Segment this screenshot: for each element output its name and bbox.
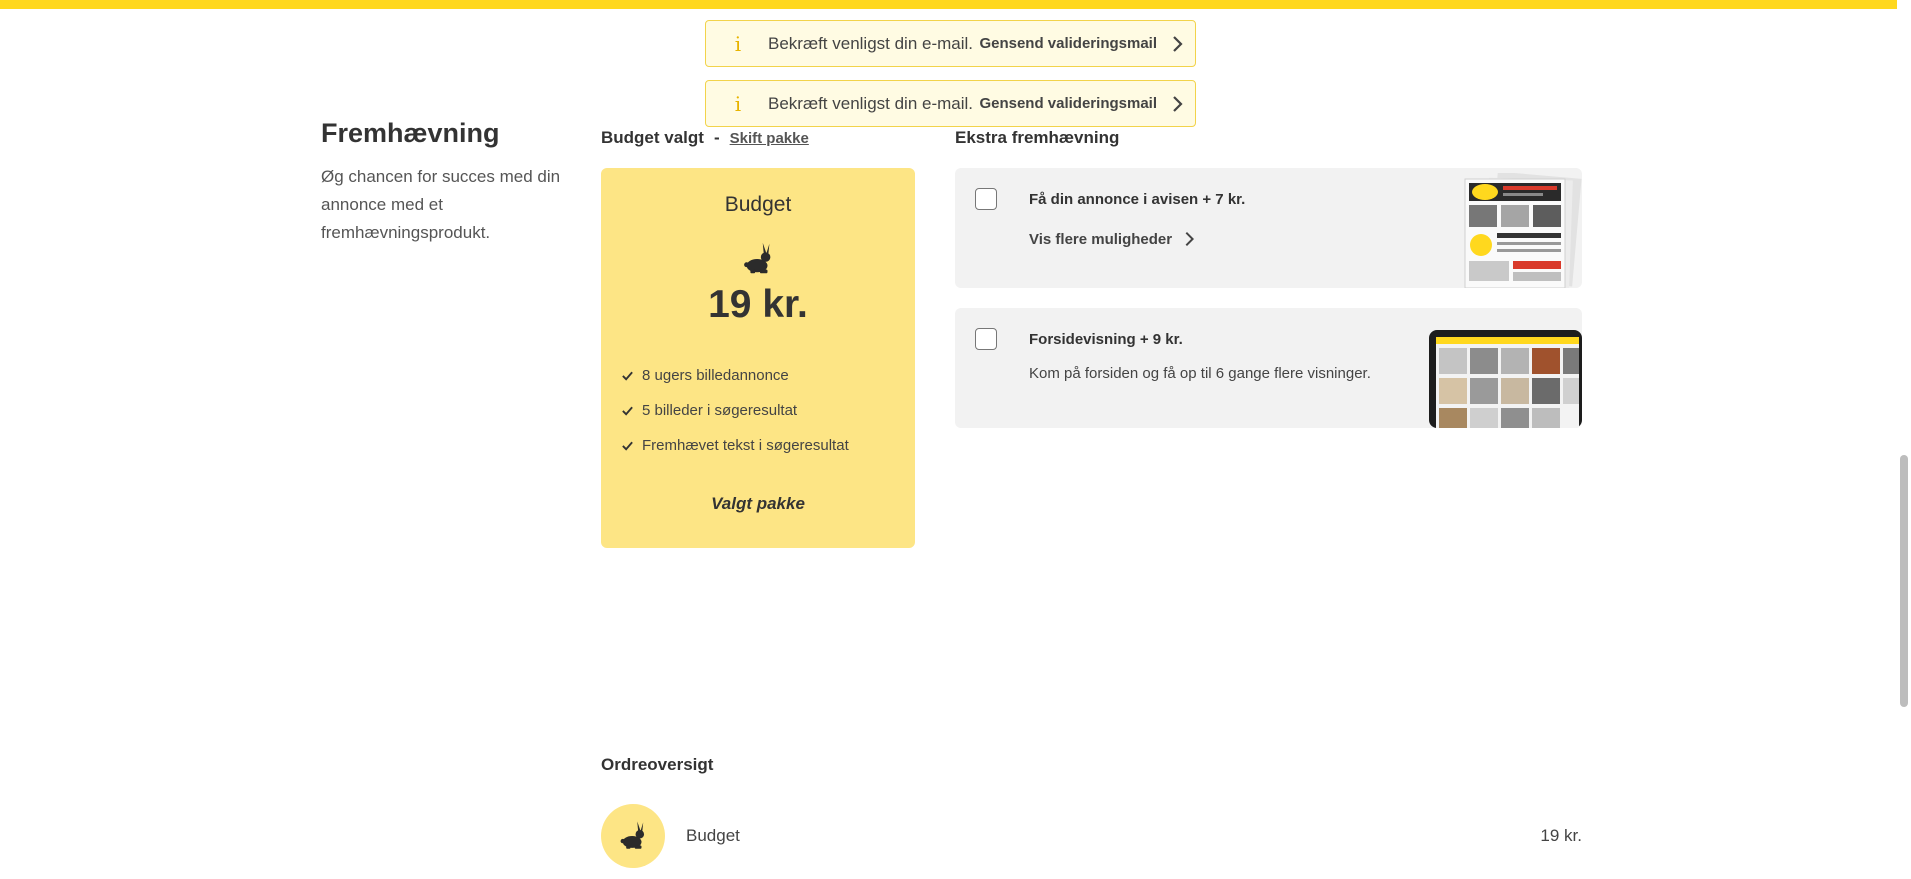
budget-selected-heading: Budget valgt - Skift pakke bbox=[601, 128, 809, 148]
order-line-item: Budget 19 kr. bbox=[601, 804, 1582, 868]
package-price: 19 kr. bbox=[708, 283, 808, 326]
chevron-right-icon bbox=[1173, 95, 1183, 112]
package-feature-list: 8 ugers billedannonce 5 billeder i søger… bbox=[621, 358, 849, 463]
chevron-right-icon bbox=[1173, 35, 1183, 52]
order-item-name: Budget bbox=[686, 826, 740, 845]
resend-validation-link[interactable]: Gensend valideringsmail bbox=[979, 34, 1187, 54]
newspaper-option-checkbox[interactable] bbox=[975, 188, 997, 210]
feature-item: Fremhævet tekst i søgeresultat bbox=[621, 428, 849, 463]
rabbit-icon bbox=[744, 242, 771, 274]
tablet-frontpage-image bbox=[1429, 330, 1582, 428]
resend-validation-label: Gensend valideringsmail bbox=[979, 95, 1157, 112]
frontpage-option-title: Forsidevisning + 9 kr. bbox=[1029, 331, 1183, 348]
checkmark-icon bbox=[622, 406, 633, 416]
rabbit-icon bbox=[620, 821, 645, 849]
show-more-options-label: Vis flere muligheder bbox=[1029, 230, 1173, 248]
order-item-avatar bbox=[601, 804, 665, 868]
chevron-right-icon bbox=[1185, 231, 1195, 247]
frontpage-option-description: Kom på forsiden og få op til 6 gange fle… bbox=[1029, 365, 1371, 382]
feature-label: Fremhævet tekst i søgeresultat bbox=[642, 437, 849, 454]
top-brand-bar bbox=[0, 0, 1911, 9]
info-icon: i bbox=[734, 91, 742, 116]
resend-validation-label: Gensend valideringsmail bbox=[979, 35, 1157, 52]
scrollbar-track[interactable] bbox=[1897, 0, 1911, 879]
section-title: Fremhævning bbox=[321, 118, 500, 148]
change-package-link[interactable]: Skift pakke bbox=[730, 130, 809, 147]
order-item-price: 19 kr. bbox=[1540, 826, 1582, 845]
budget-selected-label: Budget valgt bbox=[601, 128, 704, 147]
package-name: Budget bbox=[724, 193, 792, 216]
email-verification-toast: i Bekræft venligst din e-mail. Gensend v… bbox=[705, 80, 1196, 127]
toast-message: Bekræft venligst din e-mail. bbox=[768, 33, 974, 53]
feature-label: 5 billeder i søgeresultat bbox=[642, 402, 798, 419]
checkmark-icon bbox=[622, 371, 633, 381]
feature-item: 5 billeder i søgeresultat bbox=[621, 393, 849, 428]
show-more-options-link[interactable]: Vis flere muligheder bbox=[1029, 230, 1198, 248]
budget-package-card[interactable]: Budget 19 kr. 8 ugers billedannonce 5 bi… bbox=[601, 168, 915, 548]
order-overview-heading: Ordreoversigt bbox=[601, 755, 714, 774]
feature-item: 8 ugers billedannonce bbox=[621, 358, 849, 393]
newspaper-option-title: Få din annonce i avisen + 7 kr. bbox=[1029, 191, 1246, 208]
frontpage-option-card: Forsidevisning + 9 kr. Kom på forsiden o… bbox=[955, 308, 1582, 428]
resend-validation-link[interactable]: Gensend valideringsmail bbox=[979, 94, 1187, 114]
newspaper-option-card: Få din annonce i avisen + 7 kr. Vis fler… bbox=[955, 168, 1582, 288]
section-description: Øg chancen for succes med din annonce me… bbox=[321, 167, 561, 242]
email-verification-toast: i Bekræft venligst din e-mail. Gensend v… bbox=[705, 20, 1196, 67]
heading-separator: - bbox=[713, 128, 720, 147]
extra-highlight-heading: Ekstra fremhævning bbox=[955, 128, 1120, 147]
frontpage-option-checkbox[interactable] bbox=[975, 328, 997, 350]
scrollbar-thumb[interactable] bbox=[1900, 455, 1908, 707]
checkmark-icon bbox=[622, 441, 633, 451]
info-icon: i bbox=[734, 31, 742, 56]
selected-package-label: Valgt pakke bbox=[711, 494, 805, 513]
newspaper-image bbox=[1464, 173, 1582, 288]
toast-message: Bekræft venligst din e-mail. bbox=[768, 93, 974, 113]
feature-label: 8 ugers billedannonce bbox=[642, 367, 789, 384]
